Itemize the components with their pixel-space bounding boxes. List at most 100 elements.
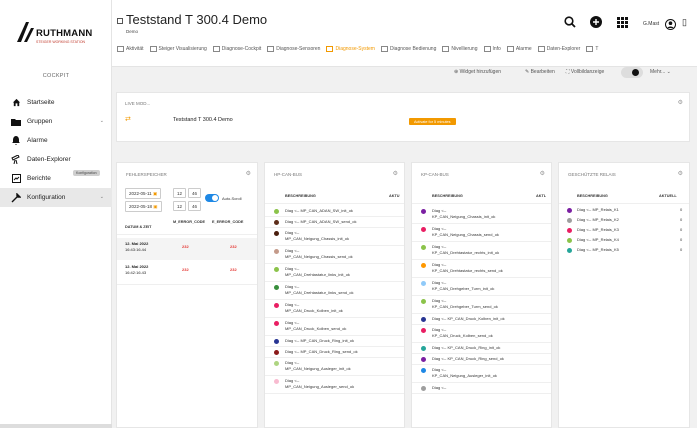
tab-more[interactable]: T [586, 46, 598, 52]
edit-button[interactable]: ✎ Bearbeiten [525, 69, 555, 75]
device-name: Teststand T 300.4 Demo [173, 117, 233, 123]
to-minute-input[interactable]: 46 [188, 201, 202, 211]
gear-icon[interactable]: ⚙ [246, 170, 251, 177]
signal-label: Diag <-- MP_CAN_Druck_Ring_init_ok [285, 338, 355, 343]
fullscreen-toggle[interactable] [621, 67, 643, 78]
column-header[interactable]: BESCHREIBUNG [432, 194, 463, 198]
sidebar-item-label: Startseite [27, 99, 55, 106]
status-dot [274, 267, 279, 272]
add-widget-button[interactable]: ⊕ Widget hinzufügen [454, 69, 501, 75]
tab-diagnose-system[interactable]: Diagnose-System [326, 46, 374, 52]
activate-live-button[interactable]: Activate for 5 minutes [409, 118, 456, 125]
tab-diagnose-cockpit[interactable]: Diagnose-Cockpit [213, 46, 261, 52]
relais-value: 0 [680, 237, 683, 242]
user-name[interactable]: G.Mast [643, 21, 659, 27]
signal-label-cont: MP_CAN_Drehtastatur_links_send_ok [285, 290, 354, 295]
signal-label: Diag <-- KP_CAN_Druck_Ring_send_ok [432, 356, 504, 361]
sidebar-item-konfiguration[interactable]: Konfiguration ⌄ [0, 188, 112, 207]
table-row[interactable]: 12. Mai 2022 16:43:16.44 232 232 [117, 238, 257, 260]
column-header[interactable]: BESCHREIBUNG [285, 194, 316, 198]
notification-icon[interactable]: ▯ [682, 17, 687, 28]
tab-diagnose-sensoren[interactable]: Diagnose-Sensoren [267, 46, 320, 52]
chevron-down-icon[interactable]: ⌄ [100, 194, 104, 200]
to-date-input[interactable]: 2022-05-18 ▣ [125, 201, 162, 212]
status-dot [421, 299, 426, 304]
sidebar-item-daten-explorer[interactable]: Daten-Explorer [0, 150, 112, 169]
list-item[interactable]: Diag <-- MP_Relais_K2 0 [559, 217, 689, 227]
apps-grid-icon[interactable] [617, 16, 628, 31]
tab-info[interactable]: Info [484, 46, 501, 52]
list-item[interactable]: Diag <-- MP_CAN_ADAN_SW_init_ok [265, 208, 404, 219]
list-item[interactable]: Diag <-- KP_CAN_Druck_Ring_init_ok [412, 345, 551, 356]
fullscreen-button[interactable]: ⛶ Vollbildanzeige [566, 69, 604, 75]
from-date-input[interactable]: 2022-05-11 ▣ [125, 188, 162, 199]
more-button[interactable]: Mehr... ⌄ [650, 69, 671, 75]
sidebar-scrollbar[interactable] [0, 424, 112, 428]
gear-icon[interactable]: ⚙ [678, 99, 683, 106]
tab-steiger-visualisierung[interactable]: Steiger Visualisierung [150, 46, 207, 52]
list-item[interactable]: Diag <-- MP_CAN_Druck_Ring_init_ok [265, 338, 404, 349]
auto-scroll-toggle[interactable] [205, 194, 219, 202]
tab-diagnose-bedienung[interactable]: Diagnose Bedienung [381, 46, 436, 52]
list-item[interactable]: Diag <-- MP_CAN_ADAN_SW_send_ok [265, 219, 404, 230]
to-hour-input[interactable]: 12 [173, 201, 187, 211]
list-item[interactable]: Diag <-- [412, 385, 551, 396]
tab-nivellierung[interactable]: Nivellierung [442, 46, 477, 52]
column-header[interactable]: M_ERROR_CODE [173, 220, 205, 224]
tab-aktivitaet[interactable]: Aktivität [117, 46, 144, 52]
status-dot [421, 245, 426, 250]
column-header[interactable]: BESCHREIBUNG [577, 194, 608, 198]
table-row[interactable]: 12. Mai 2022 16:42:16.43 232 232 [117, 261, 257, 283]
list-item[interactable]: Diag <-- KP_CAN_Druck_Kolben_init_ok [412, 316, 551, 327]
widget-title: FEHLERSPEICHER [126, 172, 167, 177]
divider [412, 259, 551, 260]
column-header[interactable]: AKTL [536, 194, 546, 198]
more-label: Mehr... [650, 69, 666, 75]
column-header[interactable]: AKTU [389, 194, 400, 198]
list-item[interactable]: Diag <-- KP_CAN_Druck_Ring_send_ok [412, 356, 551, 367]
column-header[interactable]: AKTUELL [659, 194, 677, 198]
gear-icon[interactable]: ⚙ [393, 170, 398, 177]
edit-label: Bearbeiten [530, 69, 555, 75]
ruthmann-logo[interactable]: RUTHMANN STEIGER WORKING STATION [14, 18, 104, 46]
widget-title: LIVE MOD... [125, 101, 151, 106]
column-header[interactable]: DATUM & ZEIT [125, 225, 152, 229]
signal-label-cont: KP_CAN_Druck_Kolben_send_ok [432, 333, 493, 338]
account-icon[interactable] [665, 18, 676, 33]
fullscreen-label: Vollbildanzeige [570, 69, 605, 75]
list-item[interactable]: Diag <-- MP_CAN_Druck_Ring_send_ok [265, 349, 404, 360]
list-item[interactable]: Diag <-- MP_Relais_K4 0 [559, 237, 689, 247]
status-dot [567, 238, 572, 243]
sidebar-item-gruppen[interactable]: Gruppen ⌄ [0, 112, 112, 131]
gear-icon[interactable]: ⚙ [678, 170, 683, 177]
tab-alarme[interactable]: Alarme [507, 46, 532, 52]
sidebar-item-label: Alarme [27, 137, 48, 144]
list-item[interactable]: Diag <-- MP_Relais_K1 0 [559, 207, 689, 217]
sidebar-item-alarme[interactable]: Alarme [0, 131, 112, 150]
ruthmann-mark-icon [17, 22, 34, 42]
from-date-value: 2022-05-11 [129, 190, 152, 196]
row-e-error-code: 232 [230, 244, 237, 249]
sidebar-item-startseite[interactable]: Startseite [0, 93, 112, 112]
column-header[interactable]: E_ERROR_CODE [212, 220, 243, 224]
from-minute-input[interactable]: 46 [188, 188, 202, 198]
chevron-down-icon[interactable]: ⌄ [100, 118, 104, 124]
tab-daten-explorer[interactable]: Daten-Explorer [538, 46, 581, 52]
sidebar-nav: Startseite Gruppen ⌄ Alarme Daten-Explor… [0, 93, 112, 207]
list-item[interactable]: Diag <-- MP_Relais_K3 0 [559, 227, 689, 237]
config-badge: Konfiguration [73, 170, 100, 176]
add-icon[interactable] [590, 16, 602, 31]
from-hour-input[interactable]: 12 [173, 188, 187, 198]
search-icon[interactable] [564, 16, 576, 31]
gear-icon[interactable]: ⚙ [540, 170, 545, 177]
page-subtitle: Demo [126, 29, 139, 34]
row-date: 12. Mai 2022 [125, 241, 149, 246]
divider [265, 335, 404, 336]
signal-label: Diag <-- MP_CAN_Druck_Ring_send_ok [285, 349, 358, 354]
sidebar-item-berichte[interactable]: Berichte Konfiguration [0, 169, 112, 188]
relais-label: Diag <-- MP_Relais_K5 [577, 247, 619, 252]
list-item[interactable]: Diag <-- MP_Relais_K5 0 [559, 247, 689, 257]
calendar-icon: ▣ [152, 190, 158, 196]
divider [117, 284, 257, 285]
dashboard-icon [117, 18, 123, 24]
